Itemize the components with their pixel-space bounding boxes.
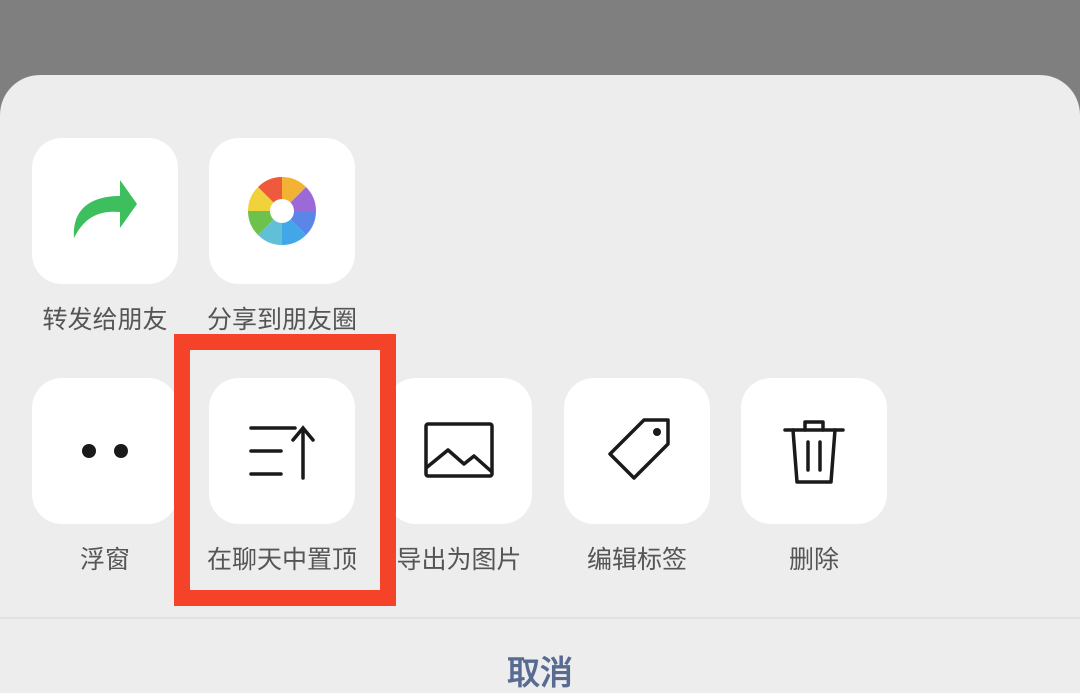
- share-to-moments-button[interactable]: [209, 138, 355, 284]
- edit-tags-button[interactable]: [564, 378, 710, 524]
- cancel-divider: [0, 617, 1080, 619]
- forward-arrow-icon: [73, 180, 137, 238]
- share-to-moments-label: 分享到朋友圈: [206, 305, 357, 334]
- moments-shutter-icon: [248, 177, 316, 245]
- pin-to-top-highlight-box: [174, 334, 396, 606]
- forward-to-friend-button[interactable]: [32, 138, 178, 284]
- trash-icon: [783, 420, 845, 484]
- forward-to-friend-label: 转发给朋友: [42, 305, 168, 334]
- share-action-sheet: 转发给朋友 分享到朋友圈 浮窗 在聊天中置顶 导出为图片 编辑标签 删除 取消: [0, 75, 1080, 693]
- edit-tags-label: 编辑标签: [586, 545, 687, 574]
- float-window-button[interactable]: [32, 378, 178, 524]
- float-window-icon: [82, 444, 128, 458]
- export-as-image-button[interactable]: [386, 378, 532, 524]
- cancel-button[interactable]: 取消: [440, 653, 640, 693]
- image-icon: [424, 422, 494, 478]
- tag-icon: [608, 418, 670, 480]
- delete-button[interactable]: [741, 378, 887, 524]
- delete-label: 删除: [788, 545, 839, 574]
